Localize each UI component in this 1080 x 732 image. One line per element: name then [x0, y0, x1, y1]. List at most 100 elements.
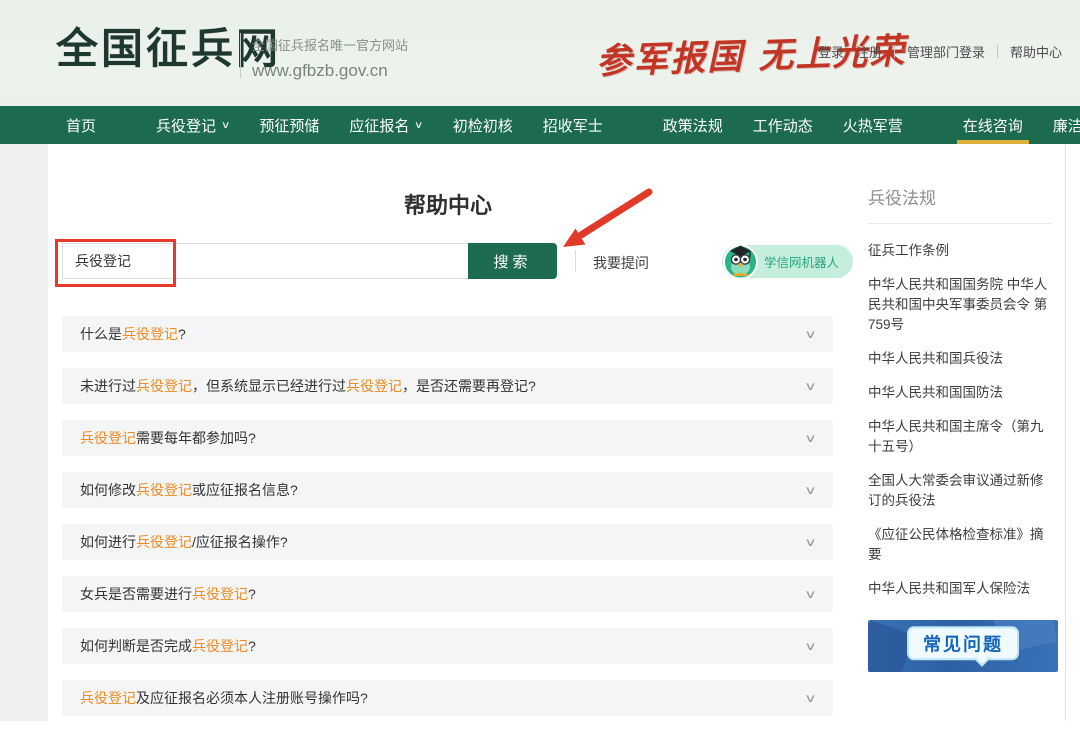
nav-item-hot-military-camp[interactable]: 火热军营: [843, 106, 903, 144]
faq-question-text: 如何修改兵役登记或应征报名信息?: [80, 480, 298, 500]
faq-banner[interactable]: 常见问题: [868, 620, 1058, 672]
owl-mascot-icon: [722, 243, 759, 280]
site-tagline: 全国征兵报名唯一官方网站 www.gfbzb.gov.cn: [252, 35, 408, 81]
nav-item-online-consultation[interactable]: 在线咨询: [963, 106, 1023, 144]
question-segment: 未进行过: [80, 378, 136, 394]
left-gutter: [0, 144, 48, 721]
sidebar-regulations: 兵役法规 征兵工作条例中华人民共和国国务院 中华人民共和国中央军事委员会令 第7…: [855, 144, 1066, 721]
highlighted-keyword: 兵役登记: [136, 534, 192, 550]
search-button[interactable]: 搜索: [468, 243, 557, 279]
chevron-down-icon: ∨: [221, 120, 231, 131]
nav-item-label: 初检初核: [453, 115, 513, 136]
faq-row[interactable]: 如何判断是否完成兵役登记? ∨: [62, 628, 833, 664]
question-segment: 需要每年都参加吗?: [136, 430, 256, 446]
faq-question-text: 如何判断是否完成兵役登记?: [80, 636, 256, 656]
divider: [575, 250, 576, 272]
sidebar-link[interactable]: 中华人民共和国国务院 中华人民共和国中央军事委员会令 第759号: [868, 275, 1051, 335]
logo-divider: [240, 33, 241, 78]
question-segment: 女兵是否需要进行: [80, 586, 192, 602]
faq-row[interactable]: 如何修改兵役登记或应征报名信息? ∨: [62, 472, 833, 508]
nav-item-work-news[interactable]: 工作动态: [753, 106, 813, 144]
header-link-register[interactable]: 注册: [856, 42, 882, 61]
sidebar-link[interactable]: 全国人大常委会审议通过新修订的兵役法: [868, 471, 1051, 511]
header-links: 登录注册 管理部门登录 帮助中心: [812, 42, 1068, 61]
highlighted-keyword: 兵役登记: [346, 378, 402, 394]
header-link-divider: [894, 45, 895, 58]
sidebar-link[interactable]: 中华人民共和国主席令（第九十五号）: [868, 417, 1051, 457]
site-logo[interactable]: 全国征兵网: [56, 26, 281, 72]
highlighted-keyword: 兵役登记: [136, 378, 192, 394]
question-segment: 如何修改: [80, 482, 136, 498]
faq-row[interactable]: 兵役登记需要每年都参加吗?∨: [62, 420, 833, 456]
nav-item-home[interactable]: 首页: [66, 106, 96, 144]
nav-item-label: 政策法规: [663, 115, 723, 136]
nav-item-pre-recruit-reserve[interactable]: 预征预储: [259, 106, 319, 144]
question-segment: 如何进行: [80, 534, 136, 550]
faq-row[interactable]: 如何进行兵役登记/应征报名操作? ∨: [62, 524, 833, 560]
nav-item-label: 在线咨询: [963, 115, 1023, 136]
sidebar-link[interactable]: 征兵工作条例: [868, 241, 1051, 261]
chevron-down-icon: ∨: [804, 639, 816, 652]
nav-item-sergeant-recruitment[interactable]: 招收军士: [543, 106, 603, 144]
faq-question-text: 未进行过兵役登记，但系统显示已经进行过兵役登记，是否还需要再登记?: [80, 376, 536, 396]
nav-item-label: 兵役登记: [156, 115, 216, 136]
chatbot-label: 学信网机器人: [764, 252, 839, 271]
faq-question-text: 什么是兵役登记?: [80, 324, 186, 344]
nav-item-policy-regulations[interactable]: 政策法规: [663, 106, 723, 144]
sidebar-link[interactable]: 中华人民共和国兵役法: [868, 349, 1051, 369]
header-link-login[interactable]: 登录: [818, 42, 844, 61]
help-center-panel: 帮助中心 搜索 我要提问 学信网机器人 什么是兵役登记?∨未进行过兵役登记，但系…: [48, 144, 848, 721]
question-segment: ，但系统显示已经进行过: [192, 378, 346, 394]
header-link-divider: [997, 45, 998, 58]
nav-item-integrity-report[interactable]: 廉洁举报: [1053, 106, 1080, 144]
nav-item-initial-check[interactable]: 初检初核: [453, 106, 513, 144]
chevron-down-icon: ∨: [804, 379, 816, 392]
question-segment: ，是否还需要再登记?: [402, 378, 536, 394]
nav-item-label: 工作动态: [753, 115, 813, 136]
question-segment: 如何判断是否完成: [80, 638, 192, 654]
header-link-help-center[interactable]: 帮助中心: [1010, 42, 1062, 61]
site-header: 全国征兵网 全国征兵报名唯一官方网站 www.gfbzb.gov.cn 参军报国…: [0, 0, 1080, 106]
header-link-admin-login[interactable]: 管理部门登录: [907, 42, 985, 61]
faq-question-text: 兵役登记需要每年都参加吗?: [80, 428, 256, 448]
highlighted-keyword: 兵役登记: [136, 482, 192, 498]
question-segment: /应征报名操作?: [192, 534, 288, 550]
highlighted-keyword: 兵役登记: [192, 638, 248, 654]
faq-row[interactable]: 女兵是否需要进行兵役登记?∨: [62, 576, 833, 612]
question-segment: 或应征报名信息?: [192, 482, 298, 498]
faq-row[interactable]: 兵役登记及应征报名必须本人注册账号操作吗? ∨: [62, 680, 833, 716]
question-segment: ?: [248, 586, 256, 602]
faq-question-text: 兵役登记及应征报名必须本人注册账号操作吗?: [80, 688, 368, 708]
chevron-down-icon: ∨: [414, 120, 424, 131]
main-navbar: 首页 兵役登记 ∨ 预征预储 应征报名 ∨ 初检初核 招收军士 政策法规 工作动态 火热军营 在线咨询…: [0, 106, 1080, 144]
faq-question-text: 女兵是否需要进行兵役登记?: [80, 584, 256, 604]
nav-item-military-service-registration[interactable]: 兵役登记 ∨: [156, 106, 229, 144]
chevron-down-icon: ∨: [804, 535, 816, 548]
ask-question-link[interactable]: 我要提问: [593, 253, 649, 273]
nav-item-label: 廉洁举报: [1053, 115, 1080, 136]
nav-item-label: 招收军士: [543, 115, 603, 136]
sidebar-link[interactable]: 中华人民共和国国防法: [868, 383, 1051, 403]
chatbot-entry[interactable]: 学信网机器人: [722, 245, 853, 278]
chevron-down-icon: ∨: [804, 691, 816, 704]
nav-item-label: 应征报名: [349, 115, 409, 136]
sidebar-link[interactable]: 中华人民共和国军人保险法: [868, 579, 1051, 599]
question-segment: ?: [178, 326, 186, 342]
chevron-down-icon: ∨: [804, 483, 816, 496]
sidebar-title: 兵役法规: [868, 184, 1051, 224]
faq-row[interactable]: 未进行过兵役登记，但系统显示已经进行过兵役登记，是否还需要再登记?∨: [62, 368, 833, 404]
question-segment: 及应征报名必须本人注册账号操作吗?: [136, 690, 368, 706]
nav-item-enlistment-application[interactable]: 应征报名 ∨: [349, 106, 422, 144]
question-segment: 什么是: [80, 326, 122, 342]
highlighted-keyword: 兵役登记: [192, 586, 248, 602]
highlighted-keyword: 兵役登记: [122, 326, 178, 342]
search-input[interactable]: [62, 243, 468, 279]
page-title: 帮助中心: [48, 188, 848, 220]
sidebar-link[interactable]: 《应征公民体格检查标准》摘要: [868, 525, 1051, 565]
tagline-text: 全国征兵报名唯一官方网站: [252, 35, 408, 54]
banner-bubble-label: 常见问题: [907, 626, 1019, 660]
question-segment: ?: [248, 638, 256, 654]
faq-list: 什么是兵役登记?∨未进行过兵役登记，但系统显示已经进行过兵役登记，是否还需要再登…: [62, 316, 833, 732]
faq-row[interactable]: 什么是兵役登记?∨: [62, 316, 833, 352]
sidebar-links: 征兵工作条例中华人民共和国国务院 中华人民共和国中央军事委员会令 第759号中华…: [868, 241, 1051, 599]
